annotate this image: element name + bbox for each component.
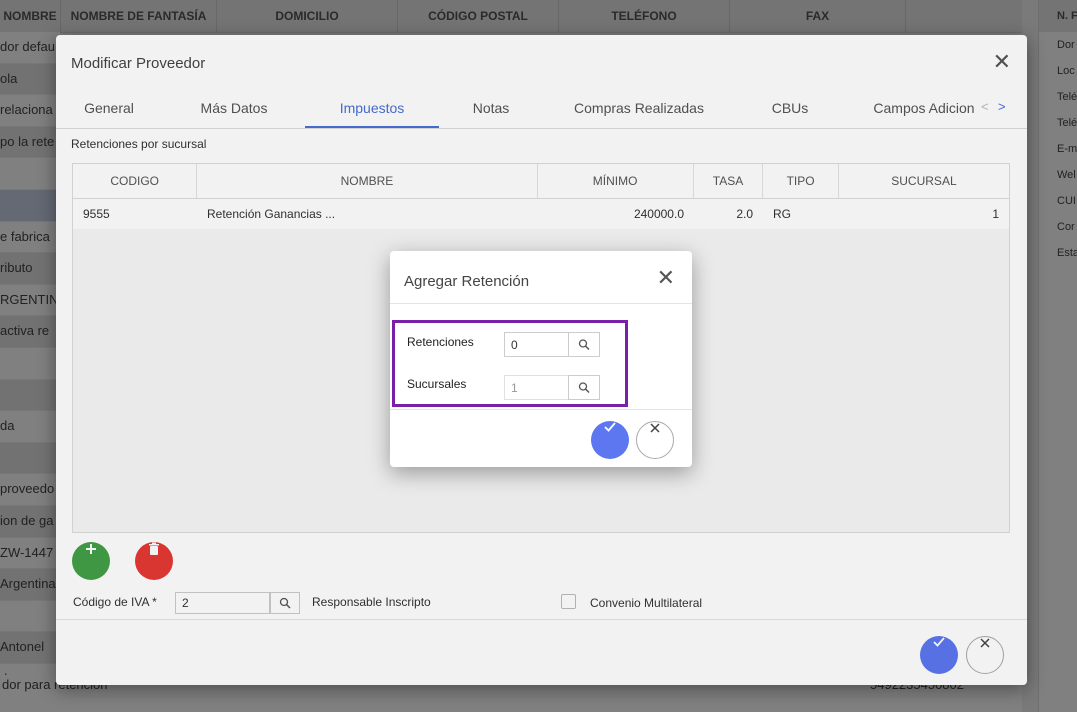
dialog-confirm-button[interactable] [591,421,629,459]
dialog-close-icon[interactable]: ✕ [657,265,675,291]
dialog-header-divider [390,303,692,304]
dialog-footer-divider [390,409,692,410]
close-icon [650,423,660,433]
dialog-cancel-button[interactable] [636,421,674,459]
check-icon [604,422,616,432]
dialog-title: Agregar Retención [404,273,530,290]
focus-highlight [392,320,628,407]
